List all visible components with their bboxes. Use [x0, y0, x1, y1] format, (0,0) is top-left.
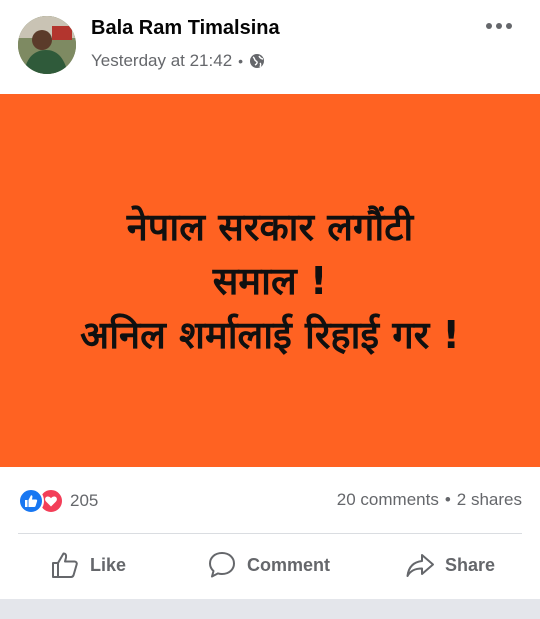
banner-line: समाल !	[212, 258, 328, 303]
counts-separator: •	[444, 490, 451, 509]
banner-line: अनिल शर्मालाई रिहाई गर !	[80, 312, 460, 357]
post-header: Bala Ram Timalsina Yesterday at 21:42 •	[0, 0, 540, 94]
more-dot	[486, 23, 492, 29]
post-text-banner[interactable]: नेपाल सरकार लगौंटी समाल ! अनिल शर्मालाई …	[0, 94, 540, 467]
meta-separator: •	[238, 53, 244, 69]
globe-icon[interactable]	[249, 53, 265, 69]
feed-separator	[0, 599, 540, 619]
share-label: Share	[445, 554, 496, 575]
share-button[interactable]: Share	[405, 550, 495, 580]
banner-line: नेपाल सरकार लगौंटी	[126, 204, 414, 249]
post-timestamp[interactable]: Yesterday at 21:42	[91, 51, 232, 71]
like-button[interactable]: Like	[50, 550, 126, 580]
comment-bubble-icon	[209, 552, 235, 578]
reactions-summary[interactable]: 205	[18, 488, 98, 514]
like-label: Like	[90, 554, 127, 575]
shares-count[interactable]: 2 shares	[457, 490, 522, 509]
post-actions: Like Comment Share	[0, 534, 540, 598]
reaction-count: 205	[70, 491, 99, 510]
post-stats: 205 20 comments • 2 shares	[0, 467, 540, 533]
more-dot	[496, 23, 502, 29]
thumbs-up-icon	[52, 552, 78, 578]
author-avatar[interactable]	[18, 16, 76, 74]
engagement-counts: 20 comments • 2 shares	[337, 490, 522, 510]
comment-button[interactable]: Comment	[207, 550, 330, 580]
comment-label: Comment	[247, 554, 331, 575]
more-options-icon[interactable]	[486, 18, 512, 34]
author-name[interactable]: Bala Ram Timalsina	[91, 17, 280, 40]
like-icon	[18, 488, 44, 514]
share-arrow-icon	[406, 554, 434, 577]
post-meta: Yesterday at 21:42 •	[91, 51, 265, 71]
more-dot	[506, 23, 512, 29]
comments-count[interactable]: 20 comments	[337, 490, 439, 509]
